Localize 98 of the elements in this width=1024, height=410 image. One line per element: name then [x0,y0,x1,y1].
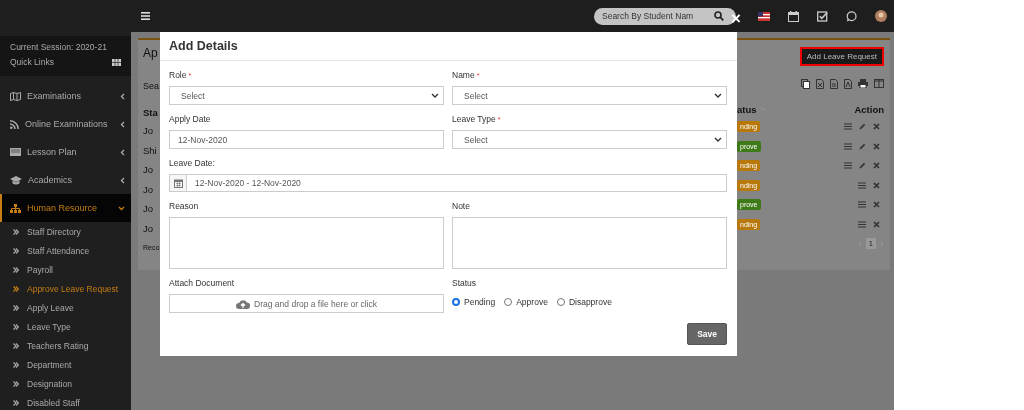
table-cell-text: Jo [143,202,155,216]
modal-title: Add Details [169,39,238,53]
quick-links-link[interactable]: Quick Links [10,54,54,70]
pencil-icon[interactable] [859,142,866,150]
sidebar-item[interactable]: Online Examinations [0,110,131,138]
menu-icon[interactable] [141,12,150,20]
print-icon[interactable] [858,79,868,88]
double-chevron-icon [13,285,19,292]
cloud-upload-icon [236,298,251,309]
add-leave-request-button[interactable]: Add Leave Request [799,47,884,66]
delete-icon[interactable] [873,181,880,189]
avatar-icon[interactable] [875,10,887,22]
keyboard-icon [10,148,21,156]
table-cell-text: Shi [143,143,158,158]
list-icon[interactable] [858,201,866,209]
submenu-item[interactable]: Apply Leave [0,298,131,317]
double-chevron-icon [13,380,19,387]
submenu-item[interactable]: Teachers Rating [0,336,131,355]
file-icon[interactable] [816,79,824,89]
columns-icon[interactable] [874,79,884,88]
delete-icon[interactable] [873,220,880,228]
save-button[interactable]: Save [687,323,727,345]
submenu-item[interactable]: Disabled Staff [0,393,131,410]
pencil-icon[interactable] [859,162,866,170]
file-drop-zone[interactable]: Drag and drop a file here or click [169,294,444,313]
submenu-item[interactable]: Designation [0,374,131,393]
chevron-down-icon [431,93,439,98]
delete-icon[interactable] [873,201,880,209]
grid-icon[interactable] [112,58,121,66]
search-label: Sea [143,80,160,93]
delete-icon[interactable] [873,162,880,170]
calendar-icon[interactable] [788,10,799,22]
date-field[interactable]: 12-Nov-2020 [169,130,444,149]
column-header[interactable]: atus [737,103,757,115]
double-chevron-icon [13,304,19,311]
double-chevron-icon [13,266,19,273]
field-label: Apply Date [169,114,211,124]
submenu-item[interactable]: Leave Type [0,317,131,336]
chevron-down-icon [714,93,722,98]
list-icon[interactable] [844,123,852,131]
double-chevron-icon [13,247,19,254]
date-range-field[interactable]: 12-Nov-2020 - 12-Nov-2020 [169,174,727,192]
column-header: Sta [143,106,159,120]
list-icon[interactable] [858,181,866,189]
chat-icon[interactable] [846,10,857,22]
double-chevron-icon [13,228,19,235]
submenu-item[interactable]: Payroll [0,260,131,279]
copy-icon[interactable] [801,79,810,89]
field-label: Role [169,70,187,80]
field-label: Leave Date: [169,158,215,168]
field-label: Note [452,201,470,211]
flag-icon[interactable] [758,11,770,21]
double-chevron-icon [13,323,19,330]
table-cell-text: Jo [143,163,155,177]
chevron-down-icon [714,137,722,142]
field-label: Leave Type [452,114,496,124]
double-chevron-icon [13,361,19,368]
sidebar-item[interactable]: Lesson Plan [0,138,131,166]
map-icon [10,91,21,101]
field-label: Reason [169,201,199,211]
select-field[interactable]: Select [169,86,444,105]
field-label: Name [452,70,475,80]
rss-icon [10,119,19,129]
session-label: Current Session: 2020-21 [10,41,108,54]
sidebar-item[interactable]: Examinations [0,82,131,110]
table-cell-text: Jo [143,124,155,138]
status-radio[interactable]: Approve [504,296,548,307]
sitemap-icon [10,203,21,213]
submenu-item[interactable]: Department [0,355,131,374]
table-cell-text: Jo [143,221,155,236]
checkbox-icon[interactable] [817,10,828,22]
double-chevron-icon [13,399,19,406]
submenu-item[interactable]: Staff Directory [0,222,131,241]
delete-icon[interactable] [873,142,880,150]
status-radio[interactable]: Pending [452,296,496,307]
graduation-cap-icon [10,175,22,185]
double-chevron-icon [13,342,19,349]
search-icon[interactable] [714,11,724,21]
sidebar-item[interactable]: Human Resource [0,194,131,222]
status-radio[interactable]: Disapprove [556,296,612,307]
delete-icon[interactable] [873,123,880,131]
select-field[interactable]: Select [452,86,727,105]
file-icon[interactable] [844,79,852,89]
column-header: Action [854,103,884,115]
select-field[interactable]: Select [452,130,727,149]
file-icon[interactable] [830,79,838,89]
table-cell-text: Jo [143,182,155,197]
field-label: Attach Document [169,278,235,288]
calendar-icon [173,178,183,188]
page-title: Ap [143,45,159,62]
submenu-item[interactable]: Approve Leave Request [0,279,131,298]
submenu-item[interactable]: Staff Attendance [0,241,131,260]
field-label: Status [452,278,477,288]
list-icon[interactable] [844,162,852,170]
list-icon[interactable] [844,142,852,150]
sidebar-item[interactable]: Academics [0,166,131,194]
pencil-icon[interactable] [859,123,866,131]
list-icon[interactable] [858,220,866,228]
